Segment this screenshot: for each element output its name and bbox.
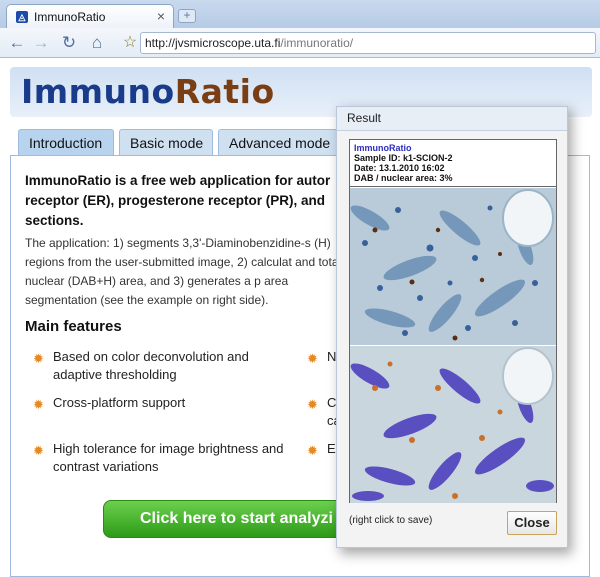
browser-toolbar: ← → ↻ ⌂ ☆ http://jvsmicroscope.uta.fi/im… (0, 28, 600, 58)
meta-ratio: DAB / nuclear area: 3% (354, 173, 453, 183)
browser-tabstrip: ◬ ImmunoRatio × + (0, 0, 600, 28)
micrograph-original (350, 188, 556, 345)
close-button[interactable]: Close (507, 511, 557, 535)
save-hint: (right click to save) (349, 515, 433, 526)
meta-sample-id: Sample ID: k1-SCION-2 (354, 153, 453, 163)
back-icon[interactable]: ← (6, 32, 28, 54)
meta-date: Date: 13.1.2010 16:02 (354, 163, 445, 173)
gear-bullet-icon: ✹ (307, 397, 318, 412)
result-image[interactable]: ImmunoRatio Sample ID: k1-SCION-2 Date: … (349, 139, 557, 503)
new-tab-button[interactable]: + (178, 9, 196, 23)
site-logo[interactable]: ImmunoRatio (21, 72, 275, 111)
favicon-icon: ◬ (16, 11, 28, 23)
result-window: Result ImmunoRatio Sample ID: k1-SCION-2… (336, 106, 568, 548)
gear-bullet-icon: ✹ (307, 351, 318, 366)
micrograph-segmented (350, 346, 556, 503)
intro-text: ImmunoRatio is a free web application fo… (25, 173, 331, 228)
url-text: http://jvsmicroscope.uta.fi/immunoratio/ (145, 36, 353, 50)
star-icon[interactable]: ☆ (120, 32, 140, 54)
tab-basic-mode[interactable]: Basic mode (119, 129, 213, 155)
tab-close-icon[interactable]: × (157, 8, 165, 24)
browser-tab[interactable]: ◬ ImmunoRatio × (6, 4, 174, 28)
gear-bullet-icon: ✹ (307, 443, 318, 458)
application-description: The application: 1) segments 3,3'-Diamin… (25, 236, 342, 307)
address-bar[interactable]: http://jvsmicroscope.uta.fi/immunoratio/ (140, 32, 596, 54)
tab-title: ImmunoRatio (34, 10, 106, 24)
gear-bullet-icon: ✹ (33, 397, 44, 412)
forward-icon[interactable]: → (30, 32, 52, 54)
meta-app-name: ImmunoRatio (354, 143, 412, 153)
reload-icon[interactable]: ↻ (58, 32, 80, 54)
home-icon[interactable]: ⌂ (86, 32, 108, 54)
tab-introduction[interactable]: Introduction (18, 129, 114, 155)
result-window-title: Result (337, 107, 567, 131)
gear-bullet-icon: ✹ (33, 351, 44, 366)
url-path: /immunoratio/ (280, 36, 354, 50)
start-analyzing-button[interactable]: Click here to start analyzi (103, 500, 363, 538)
features-heading: Main features (25, 318, 122, 335)
url-host: http://jvsmicroscope.uta.fi (145, 36, 281, 50)
tab-advanced-mode[interactable]: Advanced mode (218, 129, 338, 155)
gear-bullet-icon: ✹ (33, 443, 44, 458)
result-metadata: ImmunoRatio Sample ID: k1-SCION-2 Date: … (350, 140, 556, 187)
